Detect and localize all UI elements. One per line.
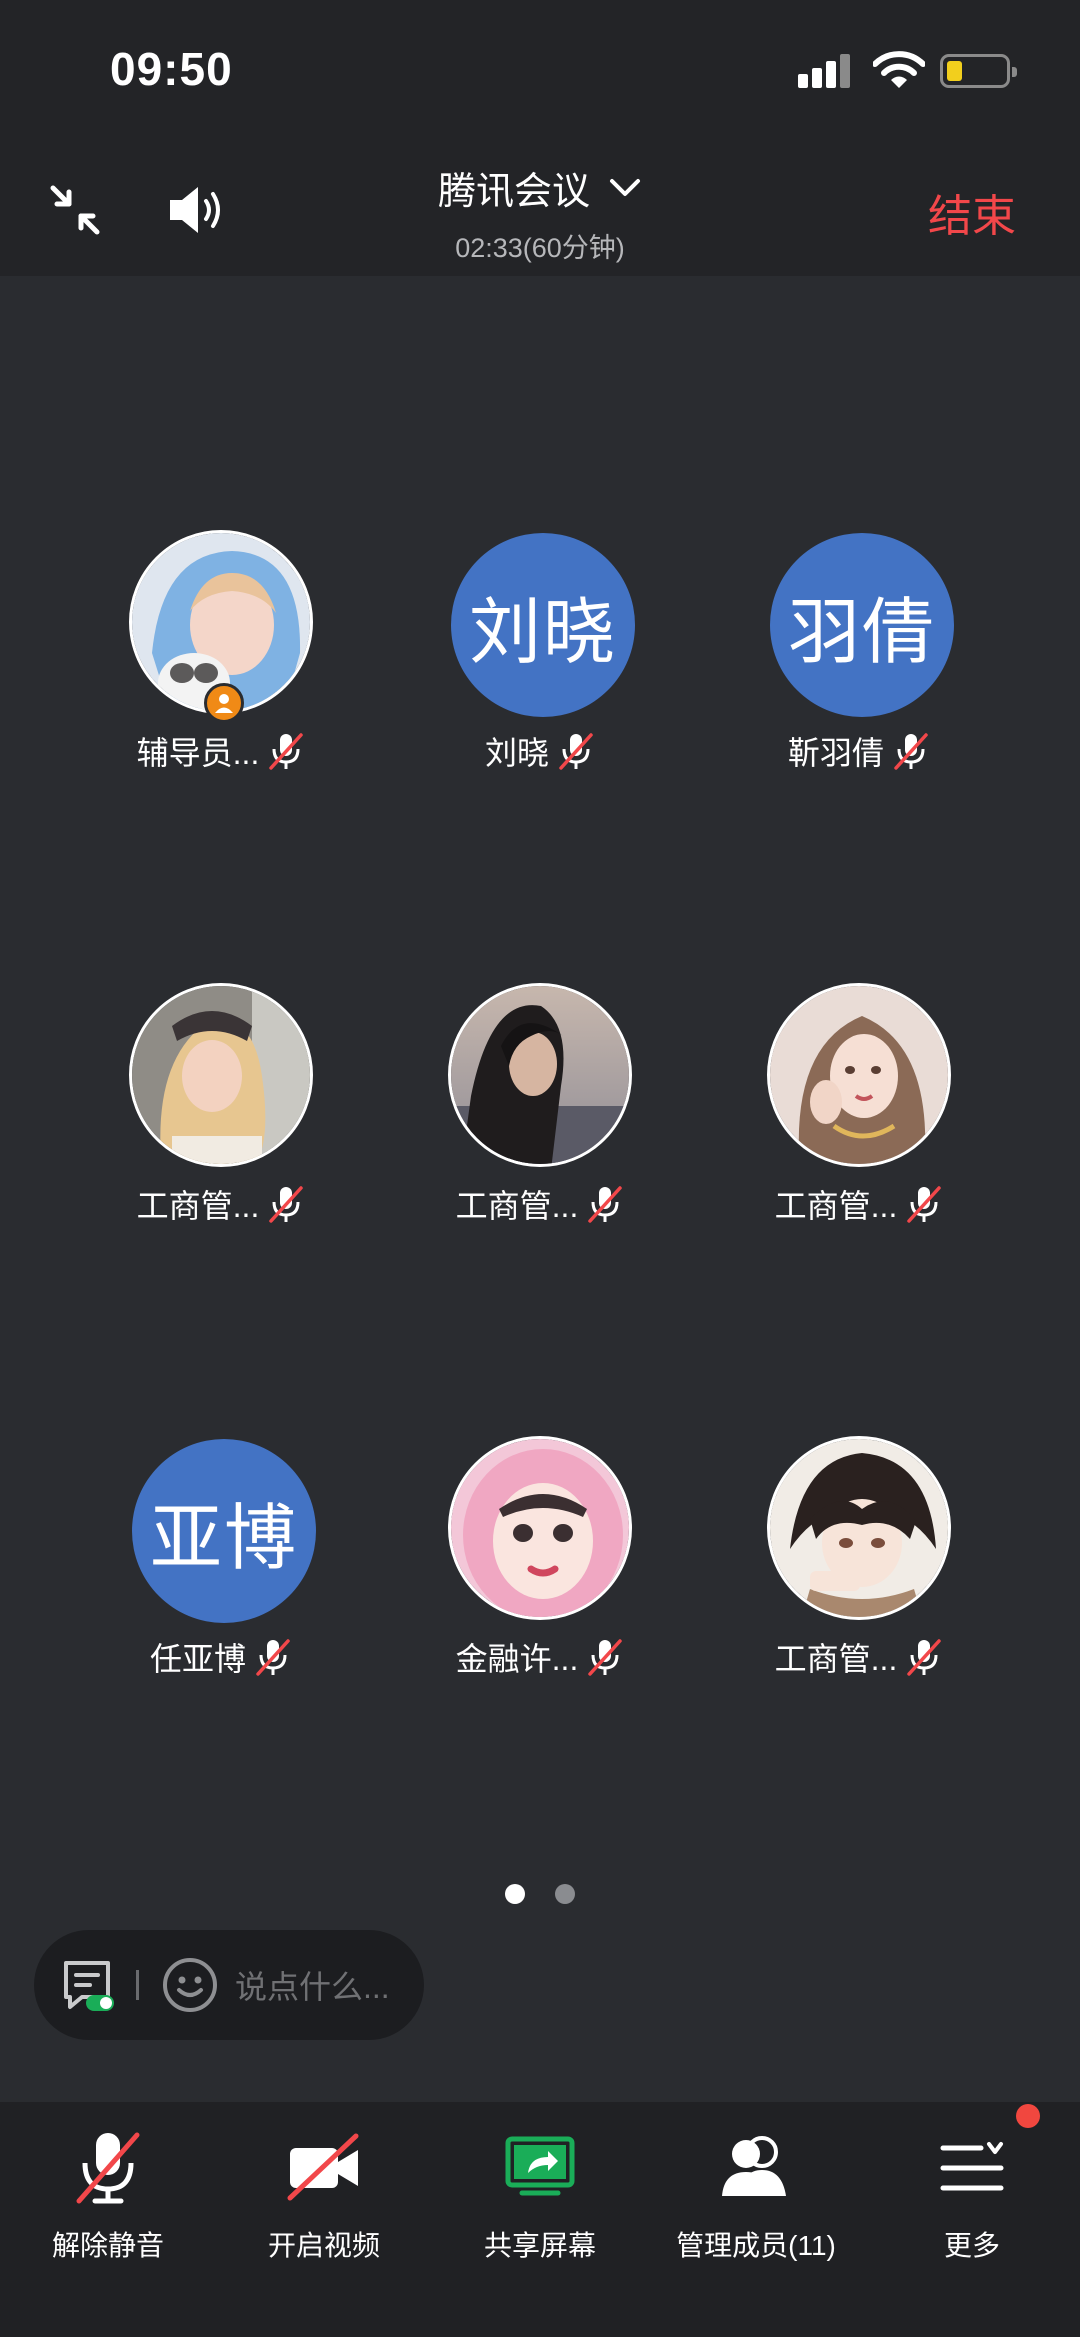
mic-muted-icon: [269, 733, 304, 770]
participant-name: 辅导员...: [136, 735, 260, 771]
participant-tile[interactable]: 工商管...: [61, 983, 381, 1243]
chat-bubble-icon: [64, 1961, 114, 2011]
signal-icon: [798, 54, 852, 88]
anime-boy: [770, 1439, 948, 1617]
avatar: 亚博: [129, 1436, 316, 1623]
page-dot-2[interactable]: [555, 1884, 576, 1904]
mic-muted-icon: [907, 1639, 942, 1676]
mic-muted-icon: [256, 1639, 290, 1676]
avatar: 刘晓: [448, 530, 635, 717]
participant-name: 工商管...: [774, 1188, 898, 1224]
more-menu-icon: [940, 2142, 1004, 2191]
end-meeting-button[interactable]: 结束: [928, 180, 1016, 244]
participant-tile[interactable]: 羽倩 靳羽倩: [699, 530, 1019, 790]
chat-placeholder[interactable]: 说点什么...: [235, 1962, 390, 2008]
photo-girl-pink-hood: [451, 1439, 629, 1617]
photo-girl-blonde: [132, 986, 310, 1164]
wifi-icon: [873, 51, 925, 88]
members-icon: [722, 2136, 786, 2196]
mic-muted-icon: [588, 1186, 623, 1223]
participant-name: 工商管...: [455, 1188, 579, 1224]
meeting-title: 腾讯会议: [437, 171, 590, 213]
avatar-text: 羽倩: [770, 533, 954, 717]
share-screen-icon: [505, 2136, 575, 2196]
participant-name: 任亚博: [149, 1641, 246, 1677]
more-button[interactable]: 更多: [864, 2102, 1080, 2337]
illustration-girl: [770, 986, 948, 1164]
avatar: [448, 983, 632, 1167]
photo-boy-dusk: [451, 986, 629, 1164]
share-screen-button[interactable]: 共享屏幕: [432, 2102, 648, 2337]
meeting-title-area[interactable]: 腾讯会议: [0, 160, 1080, 215]
chevron-down-icon: [610, 178, 640, 196]
manage-members-button[interactable]: 管理成员(11): [648, 2102, 864, 2337]
start-video-button[interactable]: 开启视频: [216, 2102, 432, 2337]
divider: [136, 1970, 139, 2000]
participant-tile[interactable]: 刘晓 刘晓: [380, 530, 700, 790]
participant-tile[interactable]: 辅导员...: [61, 530, 381, 790]
avatar: [129, 530, 313, 723]
avatar: [767, 983, 951, 1167]
avatar: [129, 983, 313, 1167]
participant-name: 刘晓: [484, 735, 549, 771]
battery-icon: [940, 54, 1017, 88]
share-screen-label: 共享屏幕: [483, 2230, 596, 2261]
avatar: 羽倩: [767, 530, 954, 717]
participant-tile[interactable]: 工商管...: [699, 1436, 1019, 1696]
avatar-text: 刘晓: [451, 533, 635, 717]
manage-members-label: 管理成员(11): [676, 2230, 836, 2261]
mic-muted-icon: [588, 1639, 623, 1676]
mic-muted-icon: [559, 733, 593, 770]
chat-input-bar[interactable]: 说点什么...: [34, 1930, 424, 2040]
status-time: 09:50: [110, 43, 233, 95]
more-label: 更多: [943, 2230, 1000, 2261]
participant-name: 工商管...: [774, 1641, 898, 1677]
bottom-toolbar: 解除静音 开启视频 共享屏幕 管理成员(11) 更多: [0, 2102, 1080, 2337]
meeting-duration: 02:33(60分钟): [455, 233, 625, 263]
participant-tile[interactable]: 金融许...: [380, 1436, 700, 1696]
page-indicator: [0, 1884, 1080, 1909]
emoji-icon[interactable]: [161, 1956, 219, 2014]
unmute-button[interactable]: 解除静音: [0, 2102, 216, 2337]
mic-muted-icon: [907, 1186, 942, 1223]
participant-tile[interactable]: 工商管...: [699, 983, 1019, 1243]
participant-name: 靳羽倩: [787, 735, 884, 771]
participant-name: 金融许...: [455, 1641, 579, 1677]
avatar-text: 亚博: [132, 1439, 316, 1623]
chat-toggle-button[interactable]: [60, 1957, 116, 2013]
mic-muted-icon: [269, 1186, 304, 1223]
notification-dot: [1016, 2104, 1040, 2128]
avatar: [448, 1436, 632, 1620]
unmute-label: 解除静音: [51, 2230, 164, 2261]
mic-muted-icon: [894, 733, 928, 770]
start-video-label: 开启视频: [267, 2230, 380, 2261]
participant-tile[interactable]: 工商管...: [380, 983, 700, 1243]
mic-muted-icon: [76, 2132, 140, 2204]
host-badge-icon: [204, 683, 244, 723]
video-off-icon: [287, 2133, 359, 2201]
page-dot-1[interactable]: [504, 1884, 525, 1904]
participant-name: 工商管...: [136, 1188, 260, 1224]
avatar: [767, 1436, 951, 1620]
participant-tile[interactable]: 亚博 任亚博: [61, 1436, 381, 1696]
